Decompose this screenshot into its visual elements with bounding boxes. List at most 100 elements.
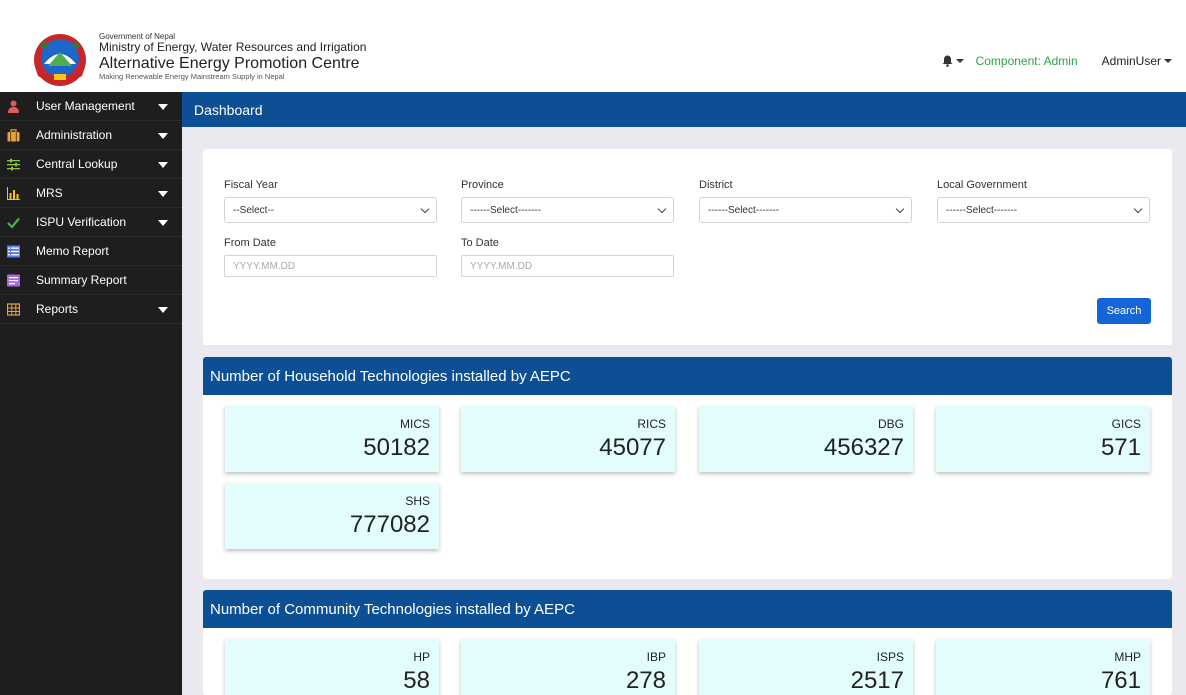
- province-value: ------Select-------: [470, 204, 542, 216]
- stat-value: 456327: [823, 434, 904, 461]
- chevron-down-icon: [1133, 204, 1143, 214]
- tagline-text: Making Renewable Energy Mainstream Suppl…: [99, 72, 285, 82]
- app-header: Government of Nepal Ministry of Energy, …: [0, 0, 1186, 92]
- stat-value: 777082: [349, 511, 430, 538]
- stat-value: 571: [1100, 434, 1141, 461]
- sidebar-item-ispu-verification[interactable]: ISPU Verification: [0, 208, 182, 237]
- stat-label: RICS: [637, 417, 666, 431]
- from-date-placeholder: YYYY.MM.DD: [233, 260, 296, 272]
- to-date-placeholder: YYYY.MM.DD: [470, 260, 533, 272]
- district-select[interactable]: ------Select-------: [699, 197, 912, 223]
- bell-icon: [942, 55, 953, 67]
- chevron-down-icon: [420, 204, 430, 214]
- sidebar-item-central-lookup[interactable]: Central Lookup: [0, 150, 182, 179]
- from-date-group: From Date YYYY.MM.DD: [224, 237, 437, 277]
- sidebar-item-label: Central Lookup: [36, 157, 118, 171]
- sidebar-item-memo-report[interactable]: Memo Report: [0, 237, 182, 266]
- fiscal-year-label: Fiscal Year: [224, 179, 278, 191]
- nepal-emblem-logo: [34, 34, 86, 86]
- district-value: ------Select-------: [708, 204, 780, 216]
- stat-card-mhp: MHP 761: [936, 639, 1150, 695]
- stat-value: 278: [625, 667, 666, 694]
- stat-label: DBG: [877, 417, 904, 431]
- stat-card-ibp: IBP 278: [461, 639, 675, 695]
- stat-card-dbg: DBG 456327: [699, 406, 913, 472]
- sidebar-item-label: Reports: [36, 302, 79, 316]
- to-date-input[interactable]: YYYY.MM.DD: [461, 255, 674, 277]
- page-title: Dashboard: [194, 101, 263, 118]
- ministry-text: Ministry of Energy, Water Resources and …: [99, 40, 367, 55]
- sidebar-item-label: Summary Report: [36, 273, 127, 287]
- stat-value: 761: [1100, 667, 1141, 694]
- stat-label: MICS: [400, 417, 430, 431]
- district-label: District: [699, 179, 733, 191]
- user-icon: [7, 100, 20, 113]
- notifications-button[interactable]: [942, 55, 964, 67]
- page-title-bar: Dashboard: [182, 92, 1186, 127]
- stat-label: MHP: [1114, 650, 1141, 664]
- stat-card-gics: GICS 571: [936, 406, 1150, 472]
- stat-card-isps: ISPS 2517: [699, 639, 913, 695]
- fiscal-year-value: --Select--: [233, 204, 275, 216]
- caret-down-icon: [158, 133, 168, 139]
- fiscal-year-select[interactable]: --Select--: [224, 197, 437, 223]
- chevron-down-icon: [1164, 59, 1172, 63]
- bar-chart-icon: [7, 187, 20, 200]
- stat-label: ISPS: [876, 650, 904, 664]
- sliders-icon: [7, 158, 20, 171]
- search-button[interactable]: Search: [1097, 298, 1151, 324]
- sidebar-item-mrs[interactable]: MRS: [0, 179, 182, 208]
- caret-down-icon: [158, 307, 168, 313]
- caret-down-icon: [158, 162, 168, 168]
- community-section-title: Number of Community Technologies install…: [203, 590, 1172, 628]
- caret-down-icon: [158, 191, 168, 197]
- to-date-label: To Date: [461, 237, 499, 249]
- stat-card-rics: RICS 45077: [461, 406, 675, 472]
- main-content: Dashboard Fiscal Year --Select-- Provinc…: [182, 92, 1186, 695]
- briefcase-icon: [7, 129, 20, 142]
- check-icon: [7, 216, 20, 229]
- sidebar-item-summary-report[interactable]: Summary Report: [0, 266, 182, 295]
- from-date-label: From Date: [224, 237, 276, 249]
- stat-label: HP: [413, 650, 430, 664]
- chevron-down-icon: [895, 204, 905, 214]
- sidebar-item-administration[interactable]: Administration: [0, 121, 182, 150]
- district-group: District ------Select-------: [699, 179, 912, 223]
- organization-name: Alternative Energy Promotion Centre: [99, 54, 360, 72]
- user-menu[interactable]: AdminUser: [1102, 54, 1172, 68]
- sidebar-item-label: Administration: [36, 128, 113, 142]
- chevron-down-icon: [955, 59, 964, 63]
- household-section-title: Number of Household Technologies install…: [203, 357, 1172, 395]
- local-government-select[interactable]: ------Select-------: [937, 197, 1150, 223]
- province-group: Province ------Select-------: [461, 179, 674, 223]
- sidebar-item-label: ISPU Verification: [36, 215, 127, 229]
- stat-label: GICS: [1111, 417, 1141, 431]
- stat-card-hp: HP 58: [225, 639, 439, 695]
- component-value: Admin: [1043, 54, 1078, 68]
- user-name: AdminUser: [1101, 54, 1161, 68]
- list-icon: [7, 245, 20, 258]
- sidebar-item-label: MRS: [36, 186, 63, 200]
- community-technologies-panel: Number of Community Technologies install…: [203, 590, 1172, 695]
- sidebar-item-user-management[interactable]: User Management: [0, 92, 182, 121]
- stat-label: SHS: [405, 494, 430, 508]
- local-government-label: Local Government: [937, 179, 1027, 191]
- province-label: Province: [461, 179, 504, 191]
- stat-card-shs: SHS 777082: [225, 483, 439, 549]
- province-select[interactable]: ------Select-------: [461, 197, 674, 223]
- to-date-group: To Date YYYY.MM.DD: [461, 237, 674, 277]
- filter-panel: Fiscal Year --Select-- Province ------Se…: [203, 149, 1172, 345]
- from-date-input[interactable]: YYYY.MM.DD: [224, 255, 437, 277]
- sidebar: User Management Administration Central L…: [0, 92, 182, 695]
- stat-card-mics: MICS 50182: [225, 406, 439, 472]
- document-icon: [7, 274, 20, 287]
- component-label: Component:: [975, 54, 1041, 68]
- sidebar-item-reports[interactable]: Reports: [0, 295, 182, 324]
- stat-value: 45077: [599, 434, 666, 461]
- local-government-group: Local Government ------Select-------: [937, 179, 1150, 223]
- local-government-value: ------Select-------: [946, 204, 1018, 216]
- caret-down-icon: [158, 104, 168, 110]
- sidebar-item-label: Memo Report: [36, 244, 109, 258]
- stat-label: IBP: [646, 650, 666, 664]
- household-technologies-panel: Number of Household Technologies install…: [203, 357, 1172, 579]
